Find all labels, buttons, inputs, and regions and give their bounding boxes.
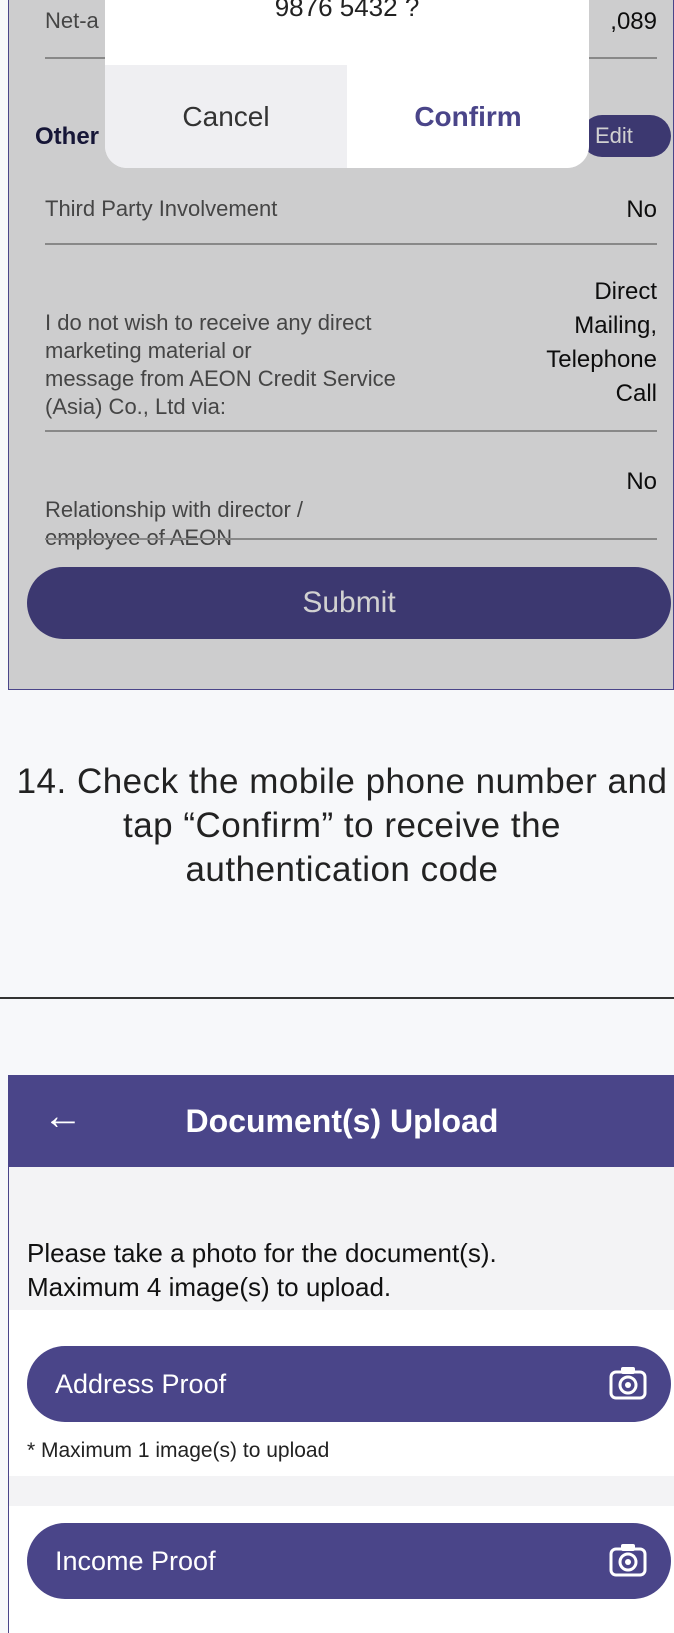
upload-instruction: Please take a photo for the document(s).… bbox=[27, 1238, 497, 1302]
address-proof-note: * Maximum 1 image(s) to upload bbox=[27, 1439, 330, 1462]
cancel-button[interactable]: Cancel bbox=[105, 65, 347, 168]
camera-icon bbox=[609, 1544, 647, 1577]
confirm-button[interactable]: Confirm bbox=[347, 65, 589, 168]
confirm-phone-dialog: 9876 5432 ? Cancel Confirm bbox=[105, 0, 589, 168]
step-caption: 14. Check the mobile phone number and ta… bbox=[16, 762, 668, 889]
review-screen: Net-a ,089 Other Edit Third Party Involv… bbox=[8, 0, 674, 690]
section-divider bbox=[0, 997, 674, 999]
header-bar: ← Document(s) Upload bbox=[9, 1076, 674, 1167]
income-proof-label: Income Proof bbox=[55, 1546, 216, 1576]
document-upload-screen: ← Document(s) Upload Please take a photo… bbox=[8, 1075, 674, 1633]
phone-number-text: 9876 5432 ? bbox=[274, 0, 420, 22]
income-proof-button[interactable]: Income Proof bbox=[27, 1523, 671, 1599]
address-proof-button[interactable]: Address Proof bbox=[27, 1346, 671, 1422]
camera-icon bbox=[609, 1367, 647, 1400]
page-title: Document(s) Upload bbox=[185, 1103, 499, 1139]
address-proof-label: Address Proof bbox=[55, 1369, 227, 1399]
